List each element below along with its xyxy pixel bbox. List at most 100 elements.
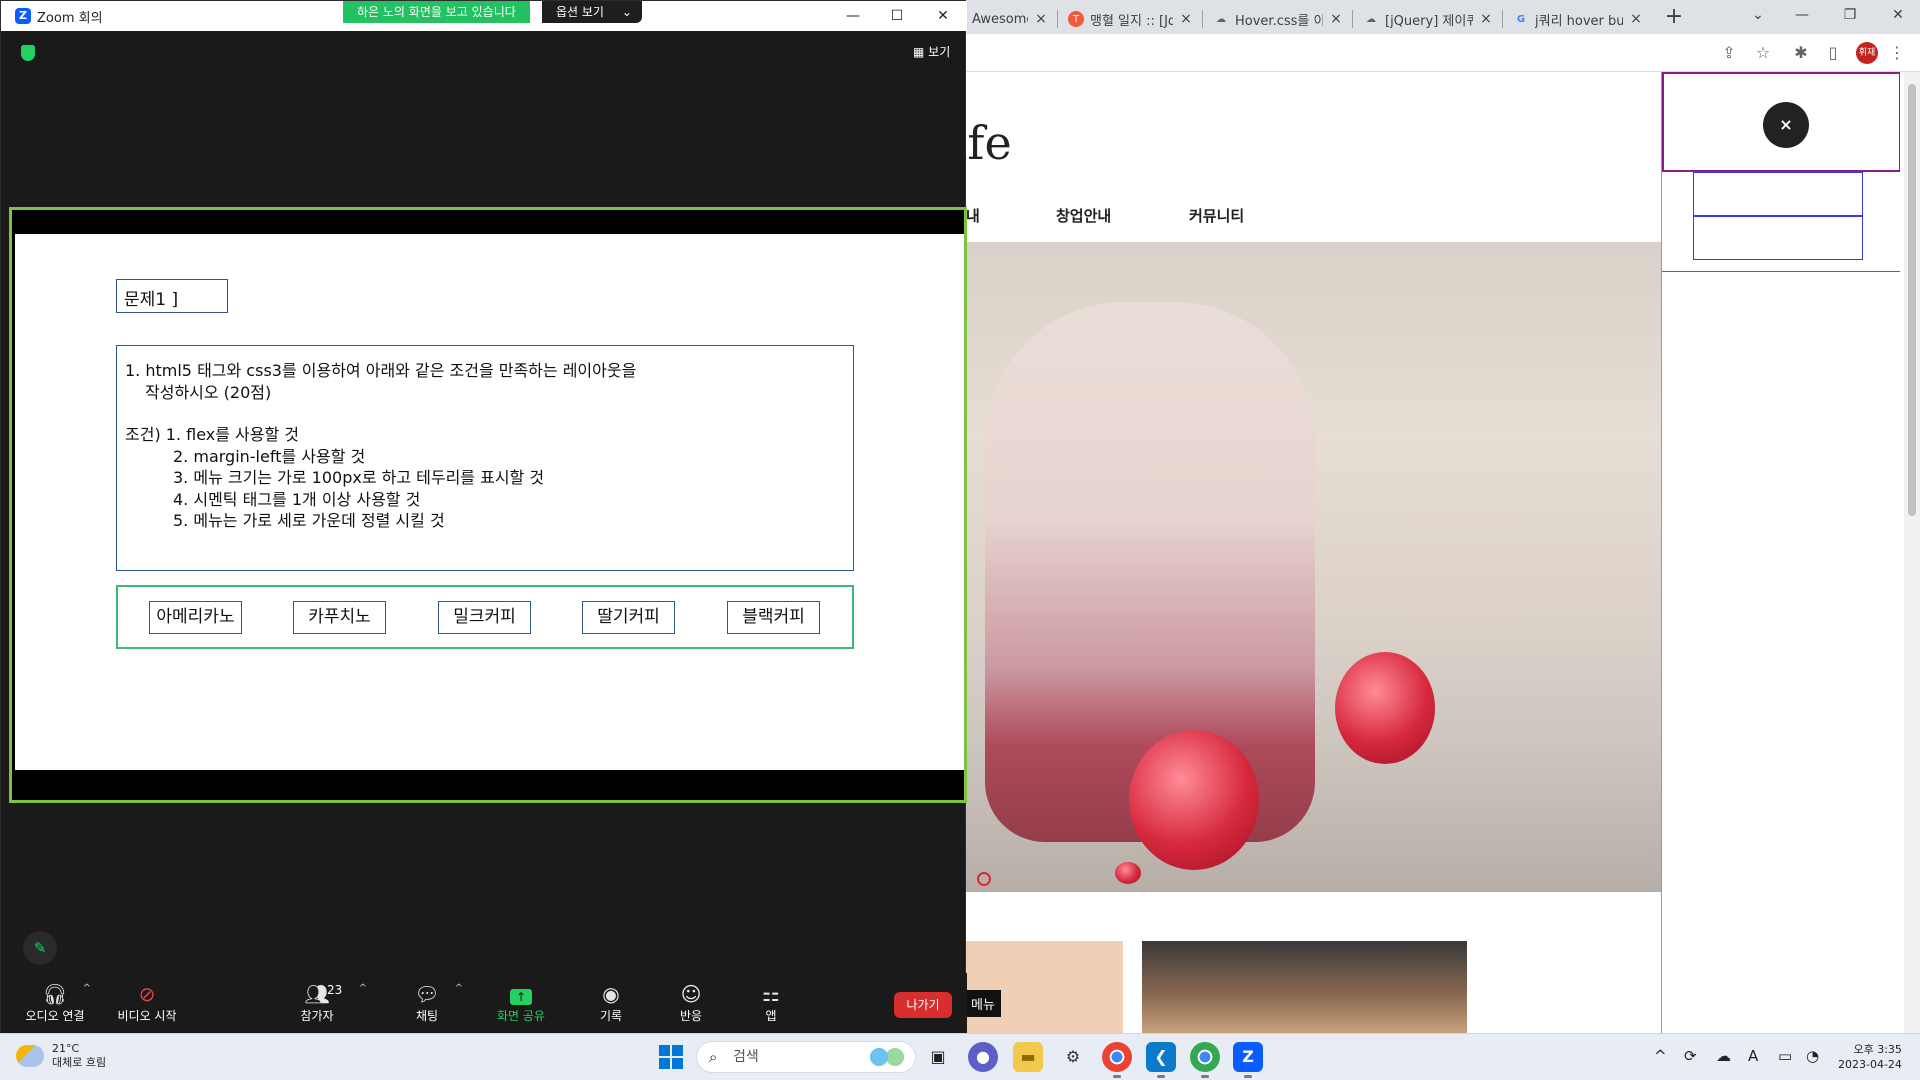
weather-cloudy-icon bbox=[16, 1045, 44, 1067]
tab-search-icon[interactable]: ⌄ bbox=[1736, 0, 1780, 30]
volume-icon[interactable]: ◔ bbox=[1806, 1047, 1819, 1065]
close-tab-icon[interactable]: × bbox=[1479, 11, 1493, 27]
overlay-menu-item[interactable] bbox=[1693, 216, 1863, 260]
minimize-icon[interactable]: — bbox=[1780, 0, 1824, 30]
view-button-label: 보기 bbox=[928, 45, 951, 59]
side-overlay-panel: × bbox=[1661, 72, 1900, 1033]
record-label: 기록 bbox=[599, 1009, 623, 1023]
cloud-offline-icon[interactable]: ☁ bbox=[1716, 1047, 1731, 1065]
clock-date: 2023-04-24 bbox=[1838, 1058, 1902, 1071]
record-button[interactable]: ◉ 기록 bbox=[571, 981, 651, 1024]
sync-icon[interactable]: ⟳ bbox=[1684, 1047, 1697, 1065]
tab-separator bbox=[1057, 10, 1058, 28]
share-screen-button[interactable]: ↑ 화면 공유 bbox=[481, 981, 561, 1024]
teams-chat-icon[interactable]: ● bbox=[968, 1042, 998, 1072]
window-title: Zoom 회의 bbox=[37, 11, 103, 26]
browser-tab[interactable]: ☁ Hover.css를 이 × bbox=[1207, 4, 1349, 34]
menu-chip[interactable]: 메뉴 bbox=[965, 990, 1001, 1017]
system-clock[interactable]: 오후 3:35 2023-04-24 bbox=[1838, 1042, 1902, 1072]
product-card[interactable] bbox=[1142, 941, 1467, 1033]
chevron-down-icon: ⌄ bbox=[621, 5, 632, 19]
caret-up-icon: ^ bbox=[358, 983, 367, 994]
cursor-ring bbox=[977, 872, 991, 886]
file-explorer-icon[interactable]: ▬ bbox=[1013, 1042, 1043, 1072]
browser-tab[interactable]: Awesome × bbox=[966, 4, 1054, 34]
close-window-icon[interactable]: ✕ bbox=[921, 1, 965, 31]
new-tab-button[interactable]: + bbox=[1661, 4, 1687, 30]
video-label: 비디오 시작 bbox=[117, 1009, 177, 1023]
page-scrollbar[interactable] bbox=[1904, 72, 1920, 1033]
search-highlight-icon bbox=[867, 1047, 907, 1067]
weather-widget[interactable]: 21°C 대체로 흐림 bbox=[16, 1042, 106, 1070]
video-off-icon: ⊘ bbox=[138, 982, 156, 1006]
profile-avatar[interactable]: 휘재 bbox=[1856, 42, 1878, 64]
zoom-titlebar: Z Zoom 회의 하은 노의 화면을 보고 있습니다 옵션 보기 ⌄ — ☐ … bbox=[1, 1, 967, 31]
browser-tab[interactable]: G j쿼리 hover bu × bbox=[1507, 4, 1649, 34]
video-button[interactable]: ⊘ 비디오 시작 bbox=[107, 981, 187, 1024]
annotate-pen-icon[interactable]: ✎ bbox=[23, 931, 57, 965]
browser-tab[interactable]: T 맹혈 일지 :: [Jq × bbox=[1062, 4, 1199, 34]
participants-label: 참가자 bbox=[300, 1009, 334, 1023]
network-icon[interactable]: ▭ bbox=[1778, 1047, 1792, 1065]
close-tab-icon[interactable]: × bbox=[1179, 11, 1193, 27]
tab-separator bbox=[1352, 10, 1353, 28]
vscode-icon[interactable]: ❮ bbox=[1146, 1042, 1176, 1078]
menu-item-cappuccino: 카푸치노 bbox=[293, 601, 386, 634]
chrome-icon[interactable] bbox=[1102, 1042, 1132, 1078]
overlay-menu-item[interactable] bbox=[1693, 172, 1863, 216]
close-icon[interactable]: × bbox=[1763, 102, 1809, 148]
minimize-icon[interactable]: — bbox=[831, 1, 875, 31]
menu-item-milk-coffee: 밀크커피 bbox=[438, 601, 531, 634]
nav-item[interactable]: 내 bbox=[966, 205, 980, 226]
tab-title: j쿼리 hover bu bbox=[1535, 13, 1623, 29]
reactions-label: 반응 bbox=[679, 1009, 703, 1023]
settings-gear-icon[interactable]: ⚙ bbox=[1058, 1042, 1088, 1072]
chrome-menu-icon[interactable]: ⋮ bbox=[1886, 42, 1908, 64]
share-page-icon[interactable]: ⇪ bbox=[1718, 42, 1740, 64]
scrollbar-thumb[interactable] bbox=[1908, 84, 1916, 516]
show-hidden-icons-icon[interactable]: ^ bbox=[1654, 1047, 1667, 1065]
restore-icon[interactable]: ❐ bbox=[1828, 0, 1872, 30]
windows-start-icon[interactable] bbox=[659, 1045, 683, 1069]
question-line: 작성하시오 (20점) bbox=[145, 382, 272, 402]
raspberry-crumb bbox=[1115, 862, 1141, 884]
tab-title: Awesome bbox=[972, 11, 1028, 27]
chrome-profile-icon[interactable] bbox=[1190, 1042, 1220, 1078]
ime-icon[interactable]: A bbox=[1748, 1047, 1758, 1065]
close-window-icon[interactable]: ✕ bbox=[1876, 0, 1920, 30]
close-tab-icon[interactable]: × bbox=[1034, 11, 1048, 27]
zoom-app-icon[interactable]: Z bbox=[1233, 1042, 1263, 1078]
leave-button[interactable]: 나가기 bbox=[894, 992, 952, 1018]
caret-up-icon[interactable]: ^ bbox=[455, 983, 463, 994]
record-icon: ◉ bbox=[602, 982, 620, 1006]
close-tab-icon[interactable]: × bbox=[1329, 11, 1343, 27]
audio-button[interactable]: 🎧︎ 오디오 연결 ^ bbox=[15, 981, 95, 1024]
chat-button[interactable]: 💬︎ 채팅 ^ bbox=[387, 981, 467, 1024]
reactions-button[interactable]: ☺ 반응 bbox=[651, 981, 731, 1024]
apps-icon: ⚏ bbox=[762, 982, 780, 1006]
bookmark-star-icon[interactable]: ☆ bbox=[1752, 42, 1774, 64]
task-view-icon[interactable]: ▣ bbox=[923, 1042, 953, 1072]
condition-line: 4. 시멘틱 태그를 1개 이상 사용할 것 bbox=[173, 489, 421, 509]
apps-button[interactable]: ⚏ 앱 bbox=[731, 981, 811, 1024]
browser-tab[interactable]: ☁ [jQuery] 제이쿼 × bbox=[1357, 4, 1499, 34]
side-panel-icon[interactable]: ▯ bbox=[1822, 42, 1844, 64]
view-options-button[interactable]: 옵션 보기 ⌄ bbox=[542, 1, 642, 23]
taskbar-search[interactable]: ⌕ 검색 bbox=[696, 1041, 916, 1073]
extensions-icon[interactable]: ✱ bbox=[1790, 42, 1812, 64]
participants-button[interactable]: 👥︎ 23 참가자 bbox=[277, 981, 357, 1024]
caret-up-icon[interactable]: ^ bbox=[83, 983, 91, 994]
nav-item[interactable]: 창업안내 bbox=[1056, 205, 1111, 226]
raspberry bbox=[1129, 730, 1259, 870]
weather-text: 21°C 대체로 흐림 bbox=[52, 1042, 106, 1070]
close-tab-icon[interactable]: × bbox=[1629, 11, 1643, 27]
product-card[interactable] bbox=[965, 941, 1123, 1033]
maximize-icon[interactable]: ☐ bbox=[875, 1, 919, 31]
question-title: 문제1 ] bbox=[116, 279, 228, 313]
overlay-header-box: × bbox=[1662, 72, 1900, 172]
encryption-shield-icon[interactable] bbox=[21, 45, 35, 61]
tab-title: Hover.css를 이 bbox=[1235, 13, 1323, 29]
menu-box: 아메리카노 카푸치노 밀크커피 딸기커피 블랙커피 bbox=[116, 585, 854, 649]
view-button[interactable]: ▦ 보기 bbox=[913, 43, 950, 60]
nav-item[interactable]: 커뮤니티 bbox=[1189, 205, 1244, 226]
